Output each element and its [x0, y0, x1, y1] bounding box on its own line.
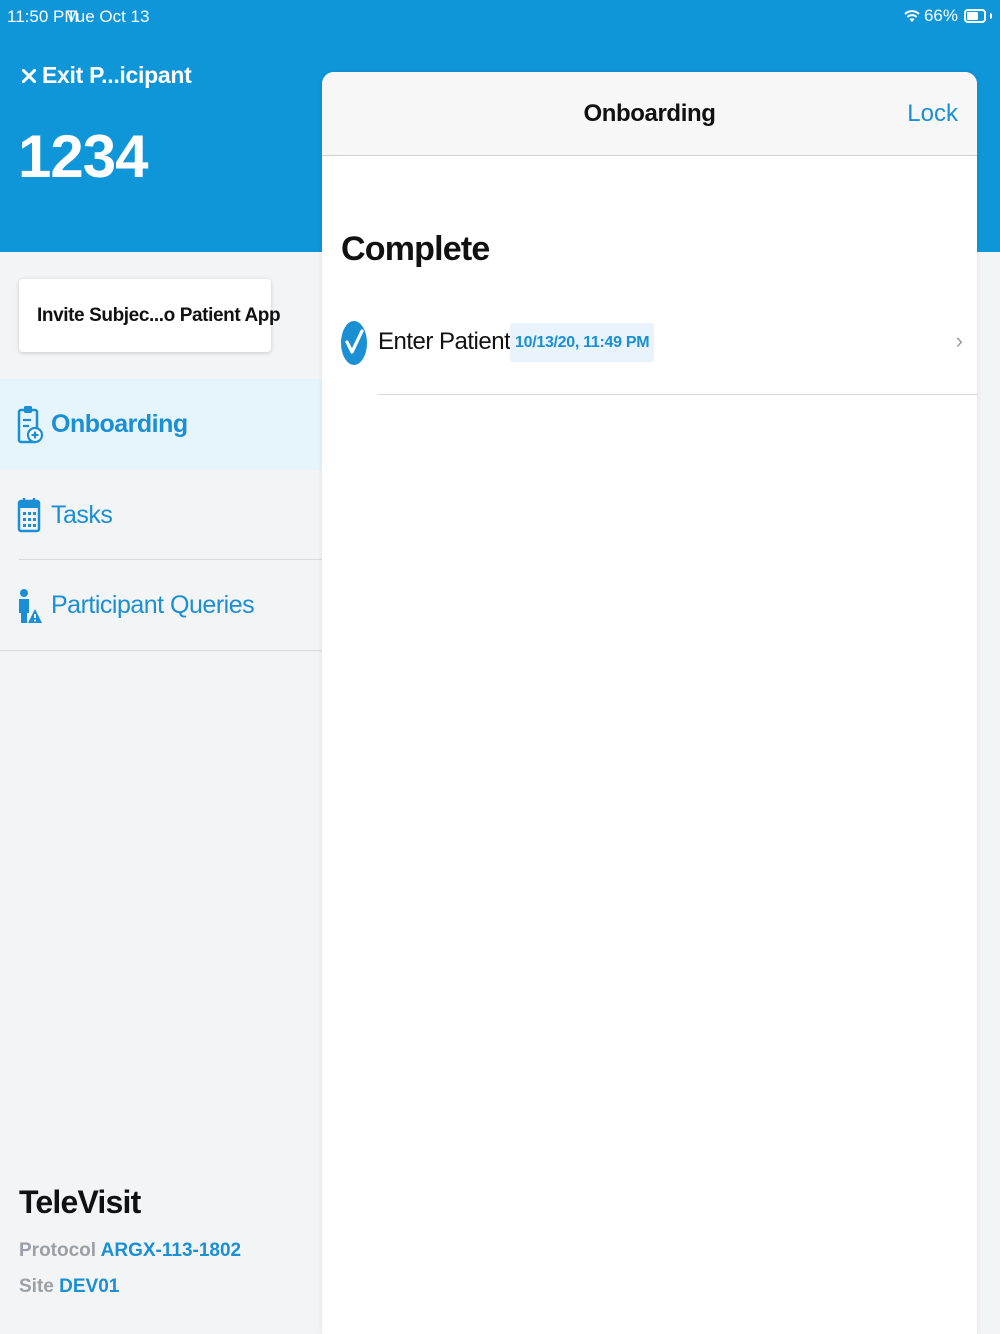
panel-header: Onboarding Lock — [322, 72, 977, 156]
status-indicators: 66% — [904, 6, 992, 26]
onboarding-panel: Onboarding Lock Complete Enter Patient I… — [322, 72, 977, 1334]
exit-participant-button[interactable]: Exit P...icipant — [22, 62, 192, 89]
protocol-value: ARGX-113-1802 — [100, 1240, 242, 1261]
task-divider — [378, 394, 977, 395]
sidebar-item-onboarding-label: Onboarding — [51, 410, 188, 438]
sidebar-item-tasks-label: Tasks — [51, 501, 113, 529]
invite-subject-label: Invite Subjec...o Patient App — [37, 304, 281, 326]
sidebar-item-participant-queries[interactable]: Participant Queries — [0, 560, 322, 651]
status-date: Tue Oct 13 — [66, 7, 150, 26]
battery-level — [967, 12, 978, 20]
task-timestamp-badge: 10/13/20, 11:49 PM — [510, 323, 655, 362]
task-row-enter-patient-id[interactable]: Enter Patient ID 10/13/20, 11:49 PM › — [322, 310, 977, 395]
sidebar-item-tasks[interactable]: Tasks — [0, 470, 322, 561]
sidebar-item-participant-queries-label: Participant Queries — [51, 591, 255, 619]
section-title-complete: Complete — [341, 230, 490, 268]
sidebar-item-onboarding[interactable]: Onboarding — [0, 379, 322, 470]
panel-title: Onboarding — [583, 100, 716, 127]
site-key: Site — [19, 1276, 54, 1297]
chevron-right-icon: › — [955, 328, 963, 353]
nav-divider — [0, 650, 322, 651]
checkmark-circle-icon — [341, 321, 367, 365]
status-bar: 11:50 PM Tue Oct 13 66% — [0, 0, 1000, 34]
person-alert-icon — [19, 588, 42, 623]
lock-button[interactable]: Lock — [907, 100, 958, 128]
invite-subject-button[interactable]: Invite Subjec...o Patient App — [19, 279, 281, 352]
protocol-key: Protocol — [19, 1240, 97, 1261]
clipboard-plus-icon — [17, 405, 43, 443]
exit-participant-label: Exit P...icipant — [42, 62, 192, 88]
close-icon — [22, 68, 36, 83]
battery-percent: 66% — [923, 6, 958, 25]
app-name: TeleVisit — [19, 1184, 141, 1220]
calendar-icon — [17, 497, 41, 532]
battery-icon — [964, 9, 986, 23]
wifi-icon — [904, 10, 920, 22]
participant-id: 1234 — [18, 123, 148, 190]
battery-tip — [990, 13, 992, 19]
protocol-line: Protocol ARGX-113-1802 — [19, 1240, 241, 1262]
site-line: Site DEV01 — [19, 1276, 119, 1298]
site-value: DEV01 — [59, 1276, 120, 1297]
